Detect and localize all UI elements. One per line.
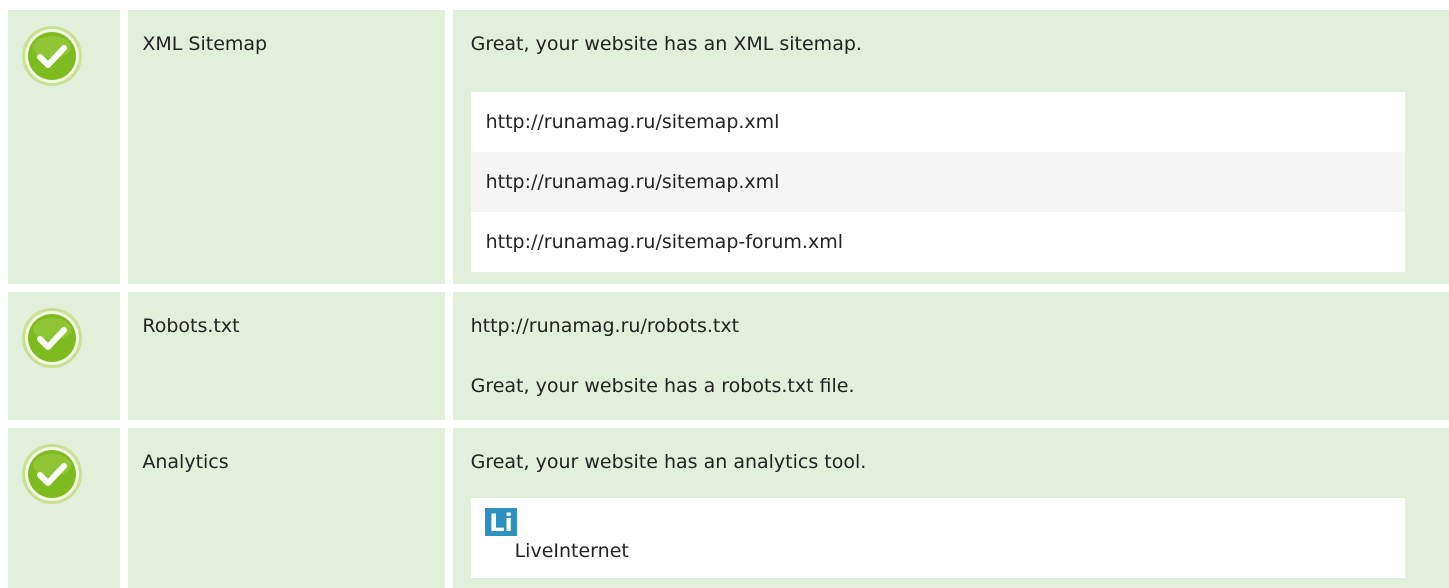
sitemap-list: http://runamag.ru/sitemap.xml http://run… — [470, 92, 1405, 272]
analytics-tool-name: LiveInternet — [514, 540, 629, 562]
check-detail-cell: Great, your website has an XML sitemap. … — [452, 10, 1449, 284]
check-name-cell: XML Sitemap — [128, 10, 445, 284]
analytics-tools-list: Li LiveInternet — [470, 498, 1405, 578]
check-name: Analytics — [142, 451, 229, 473]
status-cell — [8, 10, 121, 284]
check-row-xml-sitemap: XML Sitemap Great, your website has an X… — [0, 10, 1449, 284]
check-name-cell: Analytics — [128, 428, 445, 588]
check-circle-icon — [22, 26, 82, 86]
check-row-analytics: Analytics Great, your website has an ana… — [0, 428, 1449, 588]
check-message: Great, your website has a robots.txt fil… — [470, 375, 855, 397]
check-detail-cell: Great, your website has an analytics too… — [452, 428, 1449, 588]
logo-text: Li — [489, 509, 513, 536]
check-message: Great, your website has an analytics too… — [470, 451, 867, 473]
sitemap-item[interactable]: http://runamag.ru/sitemap-forum.xml — [470, 212, 1405, 272]
check-detail-cell: http://runamag.ru/robots.txt Great, your… — [452, 292, 1449, 420]
sitemap-item[interactable]: http://runamag.ru/sitemap.xml — [470, 92, 1405, 152]
check-message: Great, your website has an XML sitemap. — [470, 33, 862, 55]
check-name-cell: Robots.txt — [128, 292, 445, 420]
check-name: XML Sitemap — [142, 33, 268, 55]
status-cell — [8, 292, 121, 420]
liveinternet-logo-icon: Li — [484, 508, 517, 536]
check-row-robots-txt: Robots.txt http://runamag.ru/robots.txt … — [0, 292, 1449, 420]
seo-report: XML Sitemap Great, your website has an X… — [0, 0, 1449, 588]
sitemap-item[interactable]: http://runamag.ru/sitemap.xml — [470, 152, 1405, 212]
check-circle-icon — [22, 444, 82, 504]
check-name: Robots.txt — [142, 315, 240, 337]
robots-url[interactable]: http://runamag.ru/robots.txt — [471, 312, 740, 340]
status-cell — [8, 428, 121, 588]
check-circle-icon — [22, 308, 82, 368]
analytics-tool-item: Li LiveInternet — [470, 498, 1405, 578]
